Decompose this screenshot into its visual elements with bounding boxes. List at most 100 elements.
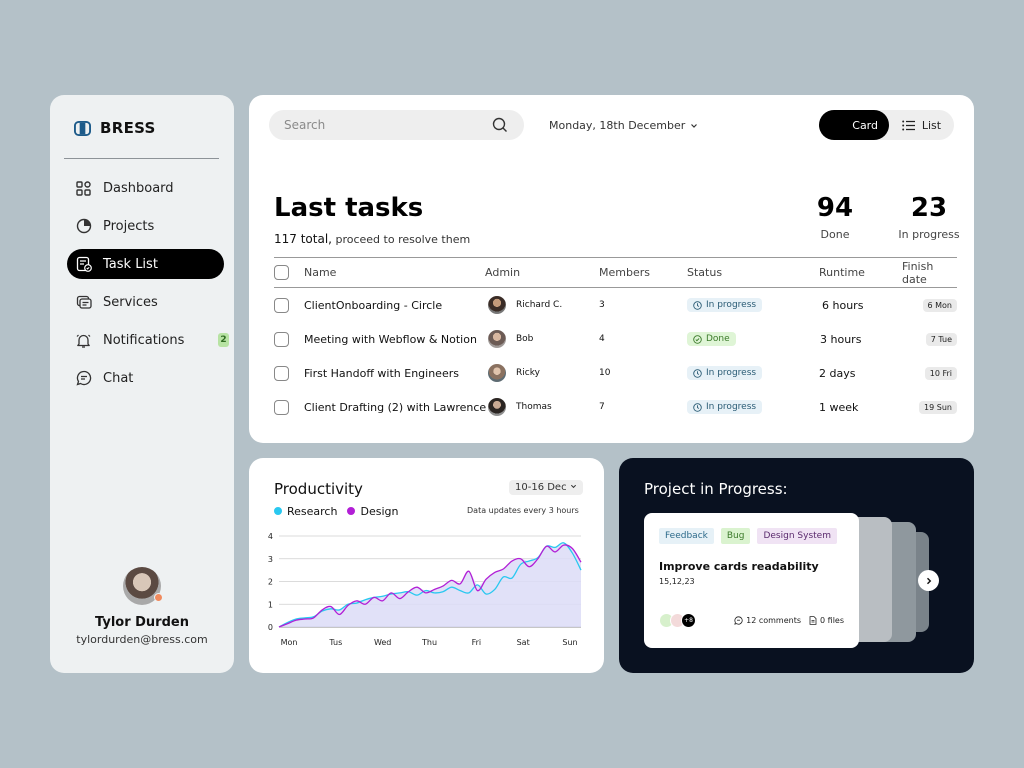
sidebar-item-label: Dashboard <box>103 180 174 196</box>
logo-icon <box>74 120 91 136</box>
y-tick-label: 3 <box>268 555 273 564</box>
card-meta: 12 comments 0 files <box>734 616 844 625</box>
app-name: BRESS <box>100 119 156 137</box>
table-row[interactable]: ClientOnboarding - Circle Richard C. 3 I… <box>274 288 957 322</box>
stat-done: 94 Done <box>815 193 855 241</box>
task-list-icon <box>75 256 92 273</box>
status-badge: In progress <box>687 400 763 414</box>
search-input[interactable] <box>284 118 484 132</box>
select-all-checkbox[interactable] <box>274 265 289 280</box>
status-badge: Done <box>687 332 736 346</box>
runtime: 3 hours <box>820 332 862 346</box>
comments-count[interactable]: 12 comments <box>734 616 801 625</box>
legend-dot <box>347 507 356 515</box>
search-icon[interactable] <box>492 117 508 133</box>
clock-icon <box>693 368 702 378</box>
table-row[interactable]: Meeting with Webflow & Notion Bob 4 Done… <box>274 322 957 356</box>
tasks-total-suffix: proceed to resolve them <box>335 233 471 246</box>
legend-item-design[interactable]: Design <box>347 505 398 518</box>
admin-name: Richard C. <box>516 300 563 310</box>
tasks-total: 117 total, <box>274 232 332 246</box>
members-count: 7 <box>599 402 605 412</box>
column-header-status[interactable]: Status <box>687 258 722 287</box>
runtime: 6 hours <box>822 298 864 312</box>
sidebar-item-services[interactable]: Services <box>67 287 224 317</box>
column-header-name[interactable]: Name <box>304 258 336 287</box>
check-circle-icon <box>693 334 702 344</box>
runtime: 2 days <box>819 366 856 380</box>
status-cell: In progress <box>687 288 763 322</box>
more-members-badge[interactable]: +8 <box>681 613 696 628</box>
admin-cell: Thomas <box>488 390 552 424</box>
row-checkbox[interactable] <box>274 365 289 381</box>
card-avatars: +8 <box>659 613 696 628</box>
logo[interactable]: BRESS <box>74 119 156 137</box>
finish-cell: 7 Tue <box>902 322 957 356</box>
card-tags: Feedback Bug Design System <box>659 528 837 544</box>
sidebar-item-projects[interactable]: Projects <box>67 211 224 241</box>
card-view-button[interactable]: Card <box>819 110 889 140</box>
view-toggle: Card List <box>819 110 954 140</box>
services-icon <box>75 294 92 311</box>
y-tick-label: 1 <box>268 600 273 609</box>
sidebar-item-chat[interactable]: Chat <box>67 363 224 393</box>
table-row[interactable]: First Handoff with Engineers Ricky 10 In… <box>274 356 957 390</box>
tasks-table: Name Admin Members Status Runtime Finish… <box>274 257 957 424</box>
list-view-button[interactable]: List <box>889 110 954 140</box>
project-card[interactable]: Feedback Bug Design System Improve cards… <box>644 513 859 648</box>
task-name: First Handoff with Engineers <box>304 366 459 380</box>
column-header-admin[interactable]: Admin <box>485 258 520 287</box>
sidebar-item-task-list[interactable]: Task List <box>67 249 224 279</box>
sidebar-item-notifications[interactable]: Notifications 2 <box>67 325 229 355</box>
members-count: 3 <box>599 300 605 310</box>
pie-chart-icon <box>75 218 92 235</box>
user-profile[interactable]: Tylor Durden tylordurden@bress.com <box>50 567 234 646</box>
legend-dot <box>274 507 282 515</box>
sidebar-item-label: Notifications <box>103 332 185 348</box>
date-dropdown[interactable]: Monday, 18th December <box>549 119 698 132</box>
row-checkbox[interactable] <box>274 331 289 347</box>
finish-date-badge: 7 Tue <box>925 332 957 346</box>
members-count: 4 <box>599 334 605 344</box>
column-header-members[interactable]: Members <box>599 258 650 287</box>
tag-bug[interactable]: Bug <box>720 528 751 544</box>
tag-design-system[interactable]: Design System <box>757 528 837 544</box>
stat-in-progress: 23 In progress <box>898 193 960 241</box>
date-range-label: 10-16 Dec <box>515 482 567 493</box>
card-title: Improve cards readability <box>659 560 819 573</box>
date-range-dropdown[interactable]: 10-16 Dec <box>509 480 583 495</box>
x-tick-label: Sun <box>562 638 577 647</box>
sidebar-item-label: Task List <box>103 256 158 272</box>
chart-area <box>279 542 581 627</box>
sidebar-item-label: Services <box>103 294 158 310</box>
task-name: ClientOnboarding - Circle <box>304 298 443 312</box>
sidebar: BRESS Dashboard Projects Task List Servi <box>50 95 234 673</box>
legend-item-research[interactable]: Research <box>274 505 337 518</box>
sidebar-nav: Dashboard Projects Task List Services No… <box>67 173 229 401</box>
status-label: In progress <box>706 402 757 412</box>
column-header-finish-date[interactable]: Finish date <box>902 258 957 287</box>
date-label: Monday, 18th December <box>549 119 686 132</box>
table-header: Name Admin Members Status Runtime Finish… <box>274 257 957 288</box>
row-checkbox[interactable] <box>274 297 289 313</box>
tasks-subtitle: 117 total, proceed to resolve them <box>274 232 470 246</box>
files-count[interactable]: 0 files <box>809 616 844 625</box>
sidebar-divider <box>64 158 219 159</box>
x-tick-label: Tus <box>328 638 342 647</box>
column-header-runtime[interactable]: Runtime <box>819 258 865 287</box>
next-card-button[interactable] <box>918 570 939 591</box>
row-checkbox[interactable] <box>274 399 289 415</box>
productivity-panel: 0 1 2 3 4 Mon Tus Wed Thu Fri Sat Sun Productivity … <box>249 458 604 673</box>
sidebar-item-dashboard[interactable]: Dashboard <box>67 173 224 203</box>
list-icon <box>902 120 915 130</box>
user-email: tylordurden@bress.com <box>76 633 208 646</box>
clock-icon <box>693 300 702 310</box>
y-tick-label: 2 <box>268 578 273 587</box>
admin-name: Bob <box>516 334 534 344</box>
chevron-right-icon <box>926 577 931 584</box>
tag-feedback[interactable]: Feedback <box>659 528 714 544</box>
table-row[interactable]: Client Drafting (2) with Lawrence Thomas… <box>274 390 957 424</box>
finish-date-badge: 10 Fri <box>924 366 957 380</box>
files-label: 0 files <box>820 616 844 625</box>
status-label: In progress <box>706 368 757 378</box>
